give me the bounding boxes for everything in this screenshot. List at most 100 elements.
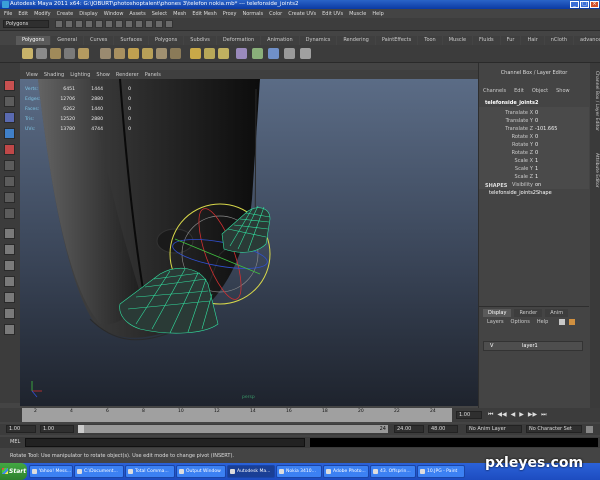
channel-menu-channels[interactable]: Channels	[483, 88, 506, 94]
snap-point-icon[interactable]	[135, 20, 143, 28]
bridge-icon[interactable]	[142, 48, 153, 59]
attr-value[interactable]: -101.665	[535, 125, 585, 133]
select-tool-icon[interactable]	[4, 80, 15, 91]
planar-map-icon[interactable]	[268, 48, 279, 59]
attr-row[interactable]: Scale Y1	[479, 165, 589, 173]
attr-row[interactable]: Translate Z -101.665	[479, 125, 589, 133]
menu-select[interactable]: Select	[152, 11, 167, 17]
shelf-tab-deformation[interactable]: Deformation	[216, 36, 261, 45]
menu-edit[interactable]: Edit	[18, 11, 28, 17]
attr-value[interactable]: 0	[535, 109, 585, 117]
channel-menu-edit[interactable]: Edit	[514, 88, 524, 94]
four-view-layout-icon[interactable]	[4, 244, 15, 255]
snap-curve-icon[interactable]	[125, 20, 133, 28]
append-polygon-icon[interactable]	[156, 48, 167, 59]
layer-name[interactable]: layer1	[522, 342, 538, 350]
shelf-tab-animation[interactable]: Animation	[261, 36, 299, 45]
step-back-icon[interactable]: ◀◀	[497, 411, 506, 419]
cylindrical-map-icon[interactable]	[284, 48, 295, 59]
range-slider-bar[interactable]: 24	[78, 425, 388, 433]
rotate-tool-icon[interactable]	[4, 144, 15, 155]
shelf-tab-hair[interactable]: Hair	[521, 36, 544, 45]
hypershade-layout-icon[interactable]	[4, 292, 15, 303]
persp-outliner-layout-icon[interactable]	[4, 260, 15, 271]
layer-menu-help[interactable]: Help	[537, 319, 548, 325]
shelf-tab-polygons-2[interactable]: Polygons	[149, 36, 184, 45]
menu-set-select[interactable]: Polygons	[3, 20, 49, 28]
attr-value[interactable]: 1	[535, 165, 585, 173]
menu-muscle[interactable]: Muscle	[349, 11, 366, 17]
attr-value[interactable]: 0	[535, 149, 585, 157]
range-start-field[interactable]: 1.00	[40, 425, 74, 433]
current-time-field[interactable]: 1.00	[456, 411, 482, 419]
range-end-field[interactable]: 24.00	[394, 425, 424, 433]
panel-menu-view[interactable]: View	[26, 72, 38, 78]
shelf-tab-surfaces[interactable]: Surfaces	[114, 36, 148, 45]
taskbar-item-active[interactable]: Autodesk Ma...	[227, 465, 275, 478]
panel-menu-show[interactable]: Show	[96, 72, 110, 78]
render-settings-icon[interactable]	[165, 20, 173, 28]
attr-row[interactable]: Rotate Y0	[479, 141, 589, 149]
select-component-icon[interactable]	[105, 20, 113, 28]
select-object-icon[interactable]	[95, 20, 103, 28]
show-manipulator-icon[interactable]	[4, 208, 15, 219]
menu-create[interactable]: Create	[57, 11, 74, 17]
range-start-handle[interactable]	[78, 425, 84, 433]
taskbar-item[interactable]: Adobe Photo...	[323, 465, 369, 478]
new-scene-icon[interactable]	[55, 20, 63, 28]
minimize-button[interactable]: _	[570, 1, 579, 8]
poly-sphere-icon[interactable]	[22, 48, 33, 59]
move-tool-icon[interactable]	[4, 128, 15, 139]
shelf-tab-ncloth[interactable]: nCloth	[544, 36, 574, 45]
maximize-button[interactable]: □	[580, 1, 589, 8]
layer-tab-display[interactable]: Display	[483, 309, 512, 317]
taskbar-item[interactable]: Yahoo! Mess...	[29, 465, 73, 478]
attr-row[interactable]: Scale Z1	[479, 173, 589, 181]
sculpt-icon[interactable]	[236, 48, 247, 59]
character-set-select[interactable]: No Character Set	[526, 425, 582, 433]
ipr-render-icon[interactable]	[155, 20, 163, 28]
layer-tab-anim[interactable]: Anim	[545, 309, 569, 317]
shelf-tab-muscle[interactable]: Muscle	[442, 36, 473, 45]
attr-value[interactable]: on	[535, 181, 585, 189]
step-forward-icon[interactable]: ▶▶	[528, 411, 537, 419]
close-button[interactable]: ×	[590, 1, 599, 8]
attr-row[interactable]: Translate X0	[479, 109, 589, 117]
animation-start-field[interactable]: 1.00	[6, 425, 36, 433]
anim-layer-select[interactable]: No Anim Layer	[466, 425, 522, 433]
separate-icon[interactable]	[114, 48, 125, 59]
channel-menu-show[interactable]: Show	[556, 88, 570, 94]
menu-create-uvs[interactable]: Create UVs	[288, 11, 316, 17]
poly-plane-icon[interactable]	[78, 48, 89, 59]
taskbar-item[interactable]: Total Comma...	[125, 465, 175, 478]
attr-value[interactable]: 0	[535, 141, 585, 149]
taskbar-item[interactable]: Output Window	[176, 465, 226, 478]
menu-mesh[interactable]: Mesh	[173, 11, 186, 17]
new-layer-icon[interactable]	[559, 319, 565, 325]
play-forward-icon[interactable]: ▶	[519, 411, 524, 419]
poly-cylinder-icon[interactable]	[50, 48, 61, 59]
time-slider[interactable]: 2 4 6 8 10 12 14 16 18 20 22 24 1.00 ⏮ ◀…	[0, 408, 600, 422]
go-to-end-icon[interactable]: ⏭	[541, 411, 546, 419]
menu-assets[interactable]: Assets	[129, 11, 145, 17]
attr-value[interactable]: 0	[535, 133, 585, 141]
shelf-tab-painteffects[interactable]: PaintEffects	[375, 36, 418, 45]
side-tab-attribute-editor[interactable]: Attribute Editor	[591, 153, 599, 188]
panel-menu-lighting[interactable]: Lighting	[70, 72, 90, 78]
go-to-start-icon[interactable]: ⏮	[488, 411, 493, 419]
shelf-tab-rendering[interactable]: Rendering	[337, 36, 375, 45]
persp-graph-layout-icon[interactable]	[4, 276, 15, 287]
play-back-icon[interactable]: ◀	[511, 411, 516, 419]
menu-edit-mesh[interactable]: Edit Mesh	[192, 11, 216, 17]
outliner-layout-icon[interactable]	[4, 308, 15, 319]
menu-proxy[interactable]: Proxy	[223, 11, 237, 17]
poly-cube-icon[interactable]	[36, 48, 47, 59]
auto-key-icon[interactable]	[586, 426, 593, 433]
perspective-viewport[interactable]: Verts: 6451 1444 0 Edges: 12706 2880 0 Faces: 6…	[20, 79, 478, 406]
taskbar-item[interactable]: C:\Document...	[74, 465, 124, 478]
panel-menu-shading[interactable]: Shading	[44, 72, 64, 78]
attr-row[interactable]: Translate Y0	[479, 117, 589, 125]
layer-menu-options[interactable]: Options	[511, 319, 530, 325]
shelf-tab-fur[interactable]: Fur	[500, 36, 521, 45]
attr-value[interactable]: 0	[535, 117, 585, 125]
